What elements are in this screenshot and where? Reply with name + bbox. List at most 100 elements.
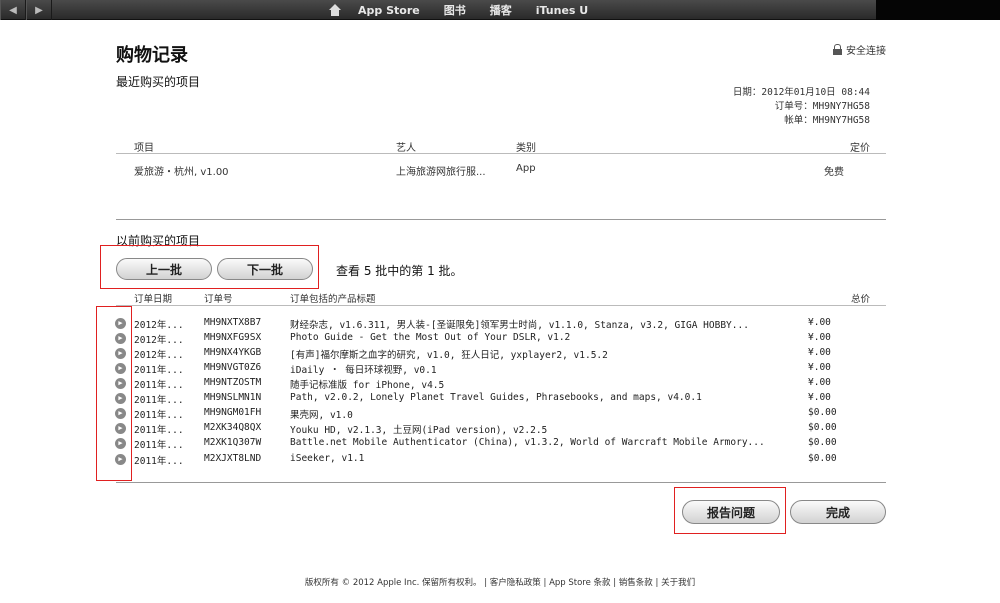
recent-item: 爱旅游・杭州, v1.00 — [134, 167, 229, 178]
history-row[interactable]: ▶ 2011年... MH9NVGT0Z6 iDaily ・ 每日环球视野, v… — [115, 361, 886, 376]
col-product-titles: 订单包括的产品标题 — [290, 294, 376, 305]
row-titles: Battle.net Mobile Authenticator (China),… — [290, 437, 765, 448]
col-price: 定价 — [850, 143, 870, 154]
recent-table-row: 爱旅游・杭州, v1.00 上海旅游网旅行服... App 免费 — [116, 160, 886, 182]
row-date: 2011年... — [134, 425, 184, 436]
order-number: 订单号：MH9NY7HG58 — [774, 101, 870, 112]
row-date: 2011年... — [134, 440, 184, 451]
nav-books[interactable]: 图书 — [444, 2, 466, 18]
recent-section-title: 最近购买的项目 — [116, 75, 201, 89]
home-icon[interactable] — [328, 4, 342, 16]
row-titles: iSeeker, v1.1 — [290, 453, 365, 464]
history-row[interactable]: ▶ 2012年... MH9NXFG9SX Photo Guide - Get … — [115, 331, 886, 346]
row-date: 2011年... — [134, 410, 184, 421]
detail-arrow-icon[interactable]: ▶ — [115, 318, 126, 329]
row-total: $0.00 — [808, 437, 837, 448]
forward-arrow-icon[interactable]: ▶ — [26, 0, 52, 20]
history-row[interactable]: ▶ 2011年... MH9NGM01FH 果壳网, v1.0 $0.00 — [115, 406, 886, 421]
secure-connection: 安全连接 — [833, 42, 886, 57]
row-titles: iDaily ・ 每日环球视野, v0.1 — [290, 365, 437, 376]
row-total: $0.00 — [808, 407, 837, 418]
history-table-header: 订单日期 订单号 订单包括的产品标题 总价 — [116, 290, 886, 306]
row-date: 2012年... — [134, 335, 184, 346]
nav-app-store[interactable]: App Store — [358, 4, 420, 17]
history-row[interactable]: ▶ 2012年... MH9NXTX8B7 财经杂志, v1.6.311, 男人… — [115, 316, 886, 331]
row-date: 2011年... — [134, 456, 184, 467]
col-total: 总价 — [850, 294, 870, 305]
col-order-date: 订单日期 — [134, 294, 173, 305]
order-info: 日期：2012年01月10日 08:44 订单号：MH9NY7HG58 帐单：M… — [733, 86, 870, 128]
row-titles: Path, v2.0.2, Lonely Planet Travel Guide… — [290, 392, 702, 403]
row-order: M2XK1Q307W — [204, 437, 262, 448]
row-total: ¥.00 — [808, 332, 831, 343]
row-order: M2XJXT8LND — [204, 453, 262, 464]
back-arrow-icon[interactable]: ◀ — [0, 0, 26, 20]
section-divider — [116, 219, 886, 220]
batch-info: 查看 5 批中的第 1 批。 — [336, 264, 463, 278]
row-order: M2XK34Q8QX — [204, 422, 262, 433]
recent-table-header: 项目 艺人 类别 定价 — [116, 136, 886, 154]
nav-itunes-u[interactable]: iTunes U — [536, 4, 589, 17]
top-navigation-bar: ◀ ▶ App Store 图书 播客 iTunes U — [0, 0, 1000, 20]
row-total: ¥.00 — [808, 362, 831, 373]
row-date: 2011年... — [134, 365, 184, 376]
table-bottom-divider — [116, 482, 886, 483]
col-artist: 艺人 — [396, 143, 416, 154]
recent-price: 免费 — [824, 167, 844, 178]
search-area — [876, 0, 1000, 20]
row-date: 2011年... — [134, 380, 184, 391]
detail-arrow-icon[interactable]: ▶ — [115, 378, 126, 389]
page-title: 购物记录 — [116, 45, 188, 66]
detail-arrow-icon[interactable]: ▶ — [115, 408, 126, 419]
history-row[interactable]: ▶ 2011年... MH9NSLMN1N Path, v2.0.2, Lone… — [115, 391, 886, 406]
col-order-number: 订单号 — [204, 294, 233, 305]
report-problem-button[interactable]: 报告问题 — [682, 500, 780, 524]
history-row[interactable]: ▶ 2011年... M2XK34Q8QX Youku HD, v2.1.3, … — [115, 421, 886, 436]
row-total: $0.00 — [808, 422, 837, 433]
col-category: 类别 — [516, 143, 536, 154]
secure-connection-label: 安全连接 — [846, 46, 886, 57]
row-order: MH9NSLMN1N — [204, 392, 262, 403]
history-row[interactable]: ▶ 2012年... MH9NX4YKGB [有声]福尔摩斯之血字的研究, v1… — [115, 346, 886, 361]
detail-arrow-icon[interactable]: ▶ — [115, 438, 126, 449]
recent-category: App — [516, 163, 536, 174]
row-total: $0.00 — [808, 453, 837, 464]
col-item: 项目 — [134, 143, 154, 154]
row-order: MH9NGM01FH — [204, 407, 262, 418]
row-total: ¥.00 — [808, 377, 831, 388]
detail-arrow-icon[interactable]: ▶ — [115, 333, 126, 344]
detail-arrow-icon[interactable]: ▶ — [115, 423, 126, 434]
row-total: ¥.00 — [808, 317, 831, 328]
done-button[interactable]: 完成 — [790, 500, 886, 524]
row-date: 2011年... — [134, 395, 184, 406]
prev-batch-button[interactable]: 上一批 — [116, 258, 212, 280]
detail-arrow-icon[interactable]: ▶ — [115, 454, 126, 465]
history-row[interactable]: ▶ 2011年... M2XJXT8LND iSeeker, v1.1 $0.0… — [115, 452, 886, 467]
row-titles: Photo Guide - Get the Most Out of Your D… — [290, 332, 571, 343]
detail-arrow-icon[interactable]: ▶ — [115, 393, 126, 404]
order-date: 日期：2012年01月10日 08:44 — [732, 87, 870, 98]
row-titles: [有声]福尔摩斯之血字的研究, v1.0, 狂人日记, yxplayer2, v… — [290, 350, 608, 361]
detail-arrow-icon[interactable]: ▶ — [115, 363, 126, 374]
row-titles: 随手记标准版 for iPhone, v4.5 — [290, 380, 445, 391]
row-total: ¥.00 — [808, 347, 831, 358]
row-order: MH9NXFG9SX — [204, 332, 262, 343]
next-batch-button[interactable]: 下一批 — [217, 258, 313, 280]
row-titles: 果壳网, v1.0 — [290, 410, 353, 421]
recent-artist: 上海旅游网旅行服... — [396, 167, 486, 178]
row-titles: 财经杂志, v1.6.311, 男人装-[圣诞限免]领军男士时尚, v1.1.0… — [290, 320, 749, 331]
row-total: ¥.00 — [808, 392, 831, 403]
row-date: 2012年... — [134, 320, 184, 331]
nav-podcasts[interactable]: 播客 — [490, 2, 512, 18]
lock-icon — [833, 44, 842, 55]
row-date: 2012年... — [134, 350, 184, 361]
history-row[interactable]: ▶ 2011年... M2XK1Q307W Battle.net Mobile … — [115, 436, 886, 451]
row-order: MH9NXTX8B7 — [204, 317, 262, 328]
store-nav: App Store 图书 播客 iTunes U — [328, 0, 612, 20]
detail-arrow-icon[interactable]: ▶ — [115, 348, 126, 359]
invoice-number: 帐单：MH9NY7HG58 — [784, 115, 870, 126]
row-order: MH9NVGT0Z6 — [204, 362, 262, 373]
history-row[interactable]: ▶ 2011年... MH9NTZOSTM 随手记标准版 for iPhone,… — [115, 376, 886, 391]
row-order: MH9NX4YKGB — [204, 347, 262, 358]
history-arrows: ◀ ▶ — [0, 0, 52, 20]
